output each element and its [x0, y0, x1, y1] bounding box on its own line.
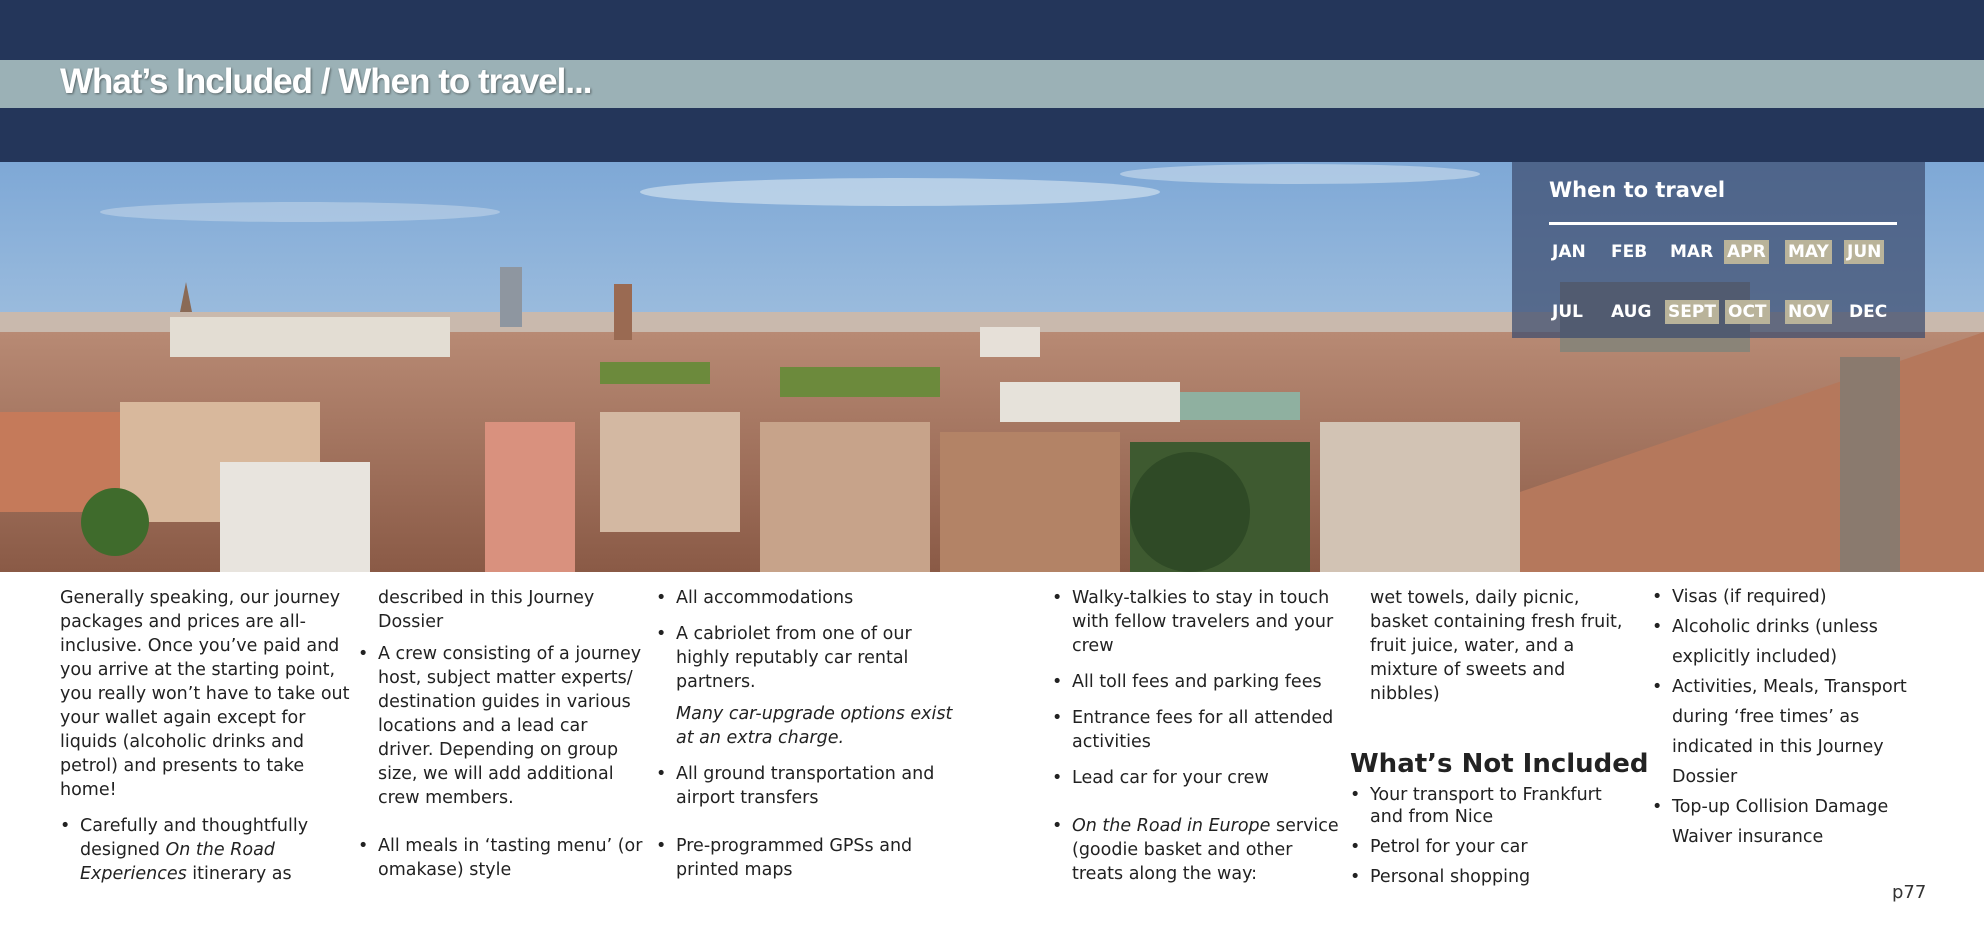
- when-to-travel-title: When to travel: [1549, 178, 1726, 202]
- month-jun: JUN: [1844, 240, 1885, 264]
- included-item-tolls: All toll fees and parking fees: [1052, 670, 1342, 694]
- not-included-item: Your transport to Frankfurt and from Nic…: [1350, 784, 1640, 828]
- not-included-item: Alcoholic drinks (unless explicitly incl…: [1652, 612, 1942, 672]
- text-column-2: described in this Journey Dossier A crew…: [358, 586, 648, 882]
- included-list-part-2: described in this Journey Dossier A crew…: [358, 586, 648, 882]
- month-may: MAY: [1785, 240, 1832, 264]
- not-included-heading: What’s Not Included: [1350, 749, 1649, 779]
- not-included-item: Visas (if required): [1652, 582, 1942, 612]
- text-column-1: Generally speaking, our journey packages…: [60, 586, 350, 886]
- not-included-list-part-2: Visas (if required) Alcoholic drinks (un…: [1652, 582, 1942, 852]
- when-to-travel-divider: [1549, 222, 1897, 225]
- month-aug: AUG: [1611, 302, 1652, 322]
- included-item-itinerary: Carefully and thoughtfully designed On t…: [60, 814, 350, 886]
- included-item-gps: Pre-programmed GPSs and printed maps: [656, 834, 966, 882]
- not-included-item: Top-up Collision Damage Waiver insurance: [1652, 792, 1942, 852]
- included-item-entrance-fees: Entrance fees for all attended activitie…: [1052, 706, 1342, 754]
- when-to-travel-panel: When to travel JAN FEB MAR APR MAY JUN J…: [1512, 162, 1925, 338]
- not-included-item: Petrol for your car: [1350, 836, 1640, 858]
- page-number: p77: [1892, 882, 1927, 903]
- included-item-goodie-service: On the Road in Europe service (goodie ba…: [1052, 814, 1342, 886]
- not-included-item: Activities, Meals, Transport during ‘fre…: [1652, 672, 1942, 792]
- month-sept: SEPT: [1665, 300, 1719, 324]
- included-item-transfers: All ground transportation and airport tr…: [656, 762, 966, 810]
- text-column-4: Walky-talkies to stay in touch with fell…: [1052, 586, 1342, 886]
- month-nov: NOV: [1785, 300, 1833, 324]
- included-list-part-3: All accommodations A cabriolet from one …: [656, 586, 966, 882]
- car-upgrade-note: Many car-upgrade options exist at an ext…: [676, 704, 953, 748]
- not-included-item: Personal shopping: [1350, 866, 1640, 888]
- text-column-6: Visas (if required) Alcoholic drinks (un…: [1652, 582, 1942, 852]
- month-jul: JUL: [1552, 302, 1583, 322]
- month-apr: APR: [1724, 240, 1769, 264]
- month-dec: DEC: [1849, 302, 1888, 322]
- text-column-3: All accommodations A cabriolet from one …: [656, 586, 966, 882]
- month-mar: MAR: [1670, 242, 1714, 262]
- included-item-walkie-talkies: Walky-talkies to stay in touch with fell…: [1052, 586, 1342, 658]
- not-included-list-part-1: Your transport to Frankfurt and from Nic…: [1350, 784, 1640, 888]
- included-item-crew: A crew consisting of a journey host, sub…: [358, 642, 648, 810]
- included-item-goodie-service-cont: wet towels, daily picnic, basket contain…: [1370, 588, 1623, 704]
- month-feb: FEB: [1611, 242, 1648, 262]
- included-item-accommodations: All accommodations: [656, 586, 966, 610]
- month-oct: OCT: [1725, 300, 1770, 324]
- page-title: What’s Included / When to travel...: [60, 62, 593, 101]
- included-list-part-1: Carefully and thoughtfully designed On t…: [60, 814, 350, 886]
- included-item-meals: All meals in ‘tasting menu’ (or omakase)…: [358, 834, 648, 882]
- included-list-part-4: Walky-talkies to stay in touch with fell…: [1052, 586, 1342, 886]
- month-jan: JAN: [1552, 242, 1586, 262]
- included-item-cabriolet: A cabriolet from one of our highly reput…: [656, 622, 966, 750]
- included-item-itinerary-cont: described in this Journey Dossier: [378, 588, 595, 632]
- intro-paragraph: Generally speaking, our journey packages…: [60, 588, 350, 800]
- included-item-lead-car: Lead car for your crew: [1052, 766, 1342, 790]
- text-column-5: wet towels, daily picnic, basket contain…: [1350, 586, 1649, 888]
